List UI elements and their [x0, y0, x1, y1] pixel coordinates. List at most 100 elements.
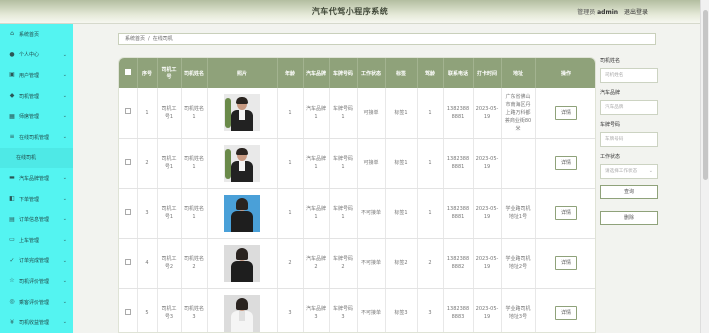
chevron-down-icon: ⌄ — [62, 133, 67, 140]
cell-plate: 车牌号码1 — [329, 88, 358, 139]
cell-tag: 标签2 — [385, 238, 418, 289]
name-filter-input[interactable]: 司机姓名 — [600, 68, 658, 83]
delete-button[interactable]: 删除 — [600, 211, 658, 225]
sidebar-item[interactable]: ● 个人中心 ⌄ — [0, 45, 73, 66]
detail-button[interactable]: 详情 — [554, 256, 577, 270]
column-header: 操作 — [535, 58, 595, 88]
column-header: 联系电话 — [443, 58, 474, 88]
scrollbar-thumb[interactable] — [703, 10, 708, 180]
row-checkbox[interactable] — [124, 258, 131, 265]
plate-filter-input[interactable]: 车牌号码 — [600, 132, 658, 147]
driver-photo — [224, 194, 260, 232]
sidebar-item-label: 系统首页 — [19, 31, 40, 38]
action-cell: 详情 — [535, 188, 595, 239]
column-header: 年龄 — [277, 58, 304, 88]
chevron-down-icon: ⌄ — [62, 257, 67, 264]
photo-cell — [207, 238, 278, 289]
driver-photo — [224, 144, 260, 182]
user-area: 管理员 admin 退出登录 — [577, 7, 648, 16]
row-checkbox[interactable] — [124, 308, 131, 315]
photo-shape — [236, 197, 248, 210]
order-icon: ▤ — [9, 215, 15, 223]
table-row: 3 司机工号1 司机姓名1 1 汽车品牌1 车牌号码1 不可接单 标签1 1 1382388888… — [119, 188, 595, 239]
cell-no: 2 — [137, 138, 158, 189]
sidebar-item[interactable]: ▣ 用户管理 ⌄ — [0, 65, 73, 86]
cell-name: 司机姓名1 — [181, 188, 208, 239]
status-filter-value: 请选择工作状态 — [605, 169, 638, 174]
sidebar-item[interactable]: ⌂ 系统首页 — [0, 24, 73, 45]
sidebar-item[interactable]: ◆ 司机管理 ⌄ — [0, 86, 73, 107]
cell-age: 1 — [277, 188, 304, 239]
cell-plate: 车牌号码2 — [329, 238, 358, 289]
breadcrumb-home[interactable]: 系统首页 — [125, 36, 145, 42]
page-scrollbar[interactable] — [700, 0, 709, 333]
row-checkbox-cell — [119, 238, 138, 289]
cell-id: 司机工号1 — [157, 138, 182, 189]
cell-status: 可接单 — [357, 138, 386, 189]
search-button[interactable]: 查询 — [600, 185, 658, 199]
sidebar-item-label: 司机收益管理 — [19, 320, 50, 327]
home-icon: ⌂ — [10, 30, 14, 38]
column-header: 标签 — [385, 58, 418, 88]
sidebar-item[interactable]: ◎ 乘客评价管理 ⌄ — [0, 292, 73, 313]
car-door-icon: ▭ — [9, 236, 15, 244]
chevron-down-icon: ⌄ — [62, 72, 67, 79]
cell-plate: 车牌号码1 — [329, 188, 358, 239]
cell-phone: 13823888881 — [443, 138, 474, 189]
cell-time: 2023-05-19 — [473, 288, 502, 332]
sidebar-item[interactable]: ✓ 订单完成管理 ⌄ — [0, 251, 73, 272]
photo-shape — [239, 160, 245, 171]
row-checkbox[interactable] — [124, 108, 131, 115]
sidebar-item[interactable]: ▬ 汽车品牌管理 ⌄ — [0, 168, 73, 189]
sidebar-item[interactable]: ▤ 订单信息管理 ⌄ — [0, 209, 73, 230]
table-row: 1 司机工号1 司机姓名1 1 汽车品牌1 车牌号码1 可接单 标签1 1 13823888881… — [119, 88, 595, 139]
select-all-checkbox-cell[interactable] — [119, 58, 138, 88]
cell-no: 1 — [137, 88, 158, 139]
status-filter-select[interactable]: 请选择工作状态 ⌄ — [600, 164, 658, 179]
photo-cell — [207, 188, 278, 239]
detail-button[interactable]: 详情 — [554, 105, 577, 120]
cell-brand: 汽车品牌2 — [303, 238, 330, 289]
cell-status: 不可接单 — [357, 188, 386, 239]
photo-cell — [207, 88, 278, 139]
column-header: 司机姓名 — [181, 58, 208, 88]
column-header: 地址 — [501, 58, 536, 88]
row-checkbox[interactable] — [124, 208, 131, 215]
detail-button[interactable]: 详情 — [554, 156, 577, 170]
detail-button[interactable]: 详情 — [554, 206, 577, 220]
logout-link[interactable]: 退出登录 — [624, 9, 648, 16]
check-icon: ✓ — [9, 256, 15, 264]
sidebar-subitem[interactable]: 在线司机 — [0, 147, 73, 169]
chevron-down-icon: ⌄ — [62, 195, 67, 202]
sidebar-item[interactable]: ☆ 司机评价管理 ⌄ — [0, 271, 73, 292]
photo-shape — [239, 210, 245, 221]
sidebar-item[interactable]: ▭ 上车管理 ⌄ — [0, 230, 73, 251]
photo-shape — [236, 147, 248, 155]
sidebar-item[interactable]: ◧ 下单管理 ⌄ — [0, 189, 73, 210]
detail-button[interactable]: 详情 — [554, 306, 577, 320]
photo-cell — [207, 138, 278, 189]
sidebar-item[interactable]: ¥ 司机收益管理 ⌄ — [0, 312, 73, 333]
cell-brand: 汽车品牌1 — [303, 88, 330, 139]
cell-time: 2023-05-19 — [473, 238, 502, 289]
cell-time: 2023-05-19 — [473, 188, 502, 239]
cell-years: 2 — [417, 238, 444, 289]
brand-filter-input[interactable]: 汽车品牌 — [600, 100, 658, 115]
driver-photo — [224, 244, 260, 282]
sidebar-item-label: 在线司机 — [16, 155, 37, 162]
sidebar-item-label: 司机管理 — [19, 93, 40, 100]
car-icon: ▬ — [9, 174, 15, 182]
sidebar-item-label: 司机评价管理 — [19, 278, 50, 285]
chevron-down-icon: ⌄ — [62, 319, 67, 326]
sidebar-item[interactable]: ≡ 在线司机管理 ⌄ — [0, 127, 73, 148]
chevron-down-icon: ⌄ — [62, 278, 67, 285]
driver-table-container: 序号 司机工号 司机姓名 照片 年龄 汽车品牌 车牌号码 工作状态 标签 驾龄 联系电话 打卡时间 地址… — [118, 57, 596, 333]
sidebar-item[interactable]: ▦ 师席管理 ⌄ — [0, 106, 73, 127]
cell-address — [501, 138, 536, 189]
select-all-checkbox[interactable] — [124, 69, 131, 75]
cell-years: 3 — [417, 288, 444, 332]
row-checkbox[interactable] — [124, 158, 131, 165]
sidebar-item-label: 下单管理 — [19, 196, 40, 203]
cell-name: 司机姓名1 — [181, 88, 208, 139]
cell-id: 司机工号1 — [157, 88, 182, 139]
